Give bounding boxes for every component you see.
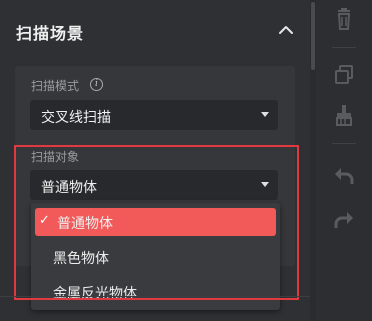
- scan-mode-select[interactable]: 交叉线扫描: [30, 100, 278, 130]
- chevron-up-icon[interactable]: [276, 22, 296, 38]
- section-header[interactable]: 扫描场景: [0, 0, 313, 58]
- caret-down-icon: [261, 182, 269, 187]
- option-label: 黑色物体: [53, 251, 109, 267]
- scan-mode-value: 交叉线扫描: [41, 110, 111, 126]
- redo-icon[interactable]: [330, 207, 358, 233]
- scan-scene-panel: 扫描场景 扫描模式 i 交叉线扫描 扫描对象 普通物体 ✓ 普通物体 黑色物体 …: [0, 0, 313, 321]
- info-icon[interactable]: i: [90, 78, 103, 91]
- toolbar-divider: [332, 143, 356, 144]
- toolbar-divider: [332, 47, 356, 48]
- scan-object-dropdown: ✓ 普通物体 黑色物体 金属反光物体: [31, 203, 280, 310]
- copy-icon[interactable]: [330, 62, 358, 88]
- undo-icon[interactable]: [330, 163, 358, 189]
- scan-object-select[interactable]: 普通物体: [30, 170, 278, 200]
- scan-object-label: 扫描对象: [31, 150, 80, 164]
- brush-icon[interactable]: [330, 103, 358, 129]
- right-toolbar: [316, 0, 372, 321]
- check-icon: ✓: [39, 213, 50, 228]
- dropdown-option-metal[interactable]: 金属反光物体: [35, 278, 276, 306]
- caret-down-icon: [261, 112, 269, 117]
- dropdown-option-normal[interactable]: ✓ 普通物体: [35, 208, 276, 236]
- divider: [0, 296, 313, 297]
- scrollbar-thumb[interactable]: [311, 2, 315, 70]
- option-label: 普通物体: [57, 216, 113, 232]
- trash-icon[interactable]: [330, 7, 358, 33]
- dropdown-option-black[interactable]: 黑色物体: [35, 243, 276, 271]
- section-title: 扫描场景: [16, 24, 85, 43]
- scan-object-value: 普通物体: [41, 180, 97, 196]
- scan-mode-label: 扫描模式: [31, 79, 80, 93]
- option-label: 金属反光物体: [53, 286, 137, 302]
